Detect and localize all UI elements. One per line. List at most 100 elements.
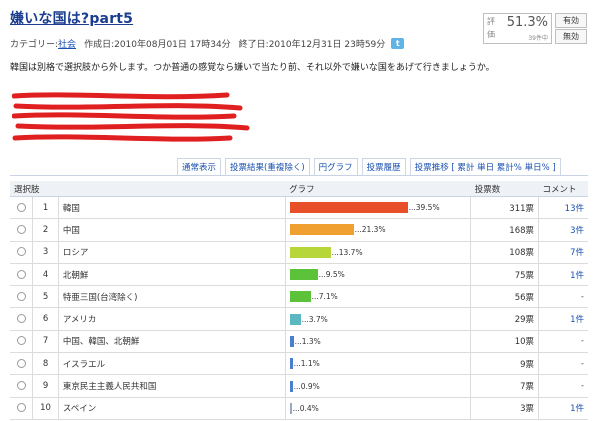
- choice-rank: 5: [32, 285, 59, 309]
- choice-radio[interactable]: [16, 247, 26, 257]
- choice-radio[interactable]: [16, 314, 26, 324]
- comment-count[interactable]: 3件: [538, 218, 588, 242]
- rating-percent: 51.3%: [506, 15, 548, 30]
- table-row: 8 イスラエル ...1.1% 9票 -: [10, 352, 588, 376]
- vote-bar: [289, 269, 318, 281]
- tab-normal[interactable]: 通常表示: [177, 157, 222, 175]
- tab-pie-chart[interactable]: 円グラフ: [313, 157, 358, 175]
- comment-count: -: [538, 330, 588, 354]
- vote-count: 3票: [470, 397, 539, 420]
- choice-rank: 3: [32, 241, 59, 264]
- vote-percent: ...9.5%: [318, 270, 345, 280]
- vote-percent: ...0.9%: [293, 381, 320, 391]
- comment-count[interactable]: 7件: [538, 241, 588, 264]
- comment-count[interactable]: 1件: [538, 397, 588, 420]
- choice-radio[interactable]: [16, 336, 26, 346]
- vote-bad-button[interactable]: 無効: [555, 29, 587, 44]
- choice-radio-cell: [10, 196, 33, 220]
- vote-bar: [289, 202, 408, 214]
- results-table: 選択肢 グラフ 投票数 コメント 1 韓国 ...39.5% 311票 13件 2 中国..…: [10, 181, 588, 420]
- choice-radio-cell: [10, 330, 33, 354]
- graph-cell: ...9.5%: [284, 263, 471, 287]
- choice-radio[interactable]: [16, 291, 26, 301]
- choice-name: 韓国: [57, 196, 286, 220]
- choice-radio-cell: [10, 352, 33, 376]
- graph-cell: ...21.3%: [284, 218, 471, 242]
- twitter-icon[interactable]: t: [391, 38, 405, 49]
- header-comment: コメント: [538, 181, 588, 197]
- choice-radio[interactable]: [16, 269, 26, 279]
- vote-percent: ...1.3%: [294, 336, 321, 346]
- vote-bar: [289, 291, 311, 303]
- vote-percent: ...21.3%: [354, 225, 386, 235]
- redaction-scribble: [12, 92, 250, 142]
- header-choice: 選択肢: [10, 181, 286, 197]
- vote-bar: [289, 358, 293, 370]
- vote-percent: ...13.7%: [331, 247, 363, 257]
- vote-count: 9票: [470, 352, 539, 376]
- vote-count: 311票: [470, 196, 539, 220]
- vote-percent: ...7.1%: [311, 292, 338, 302]
- vote-good-button[interactable]: 有効: [555, 13, 587, 28]
- rating-label-bottom: 価: [487, 30, 495, 39]
- choice-name: 北朝鮮: [57, 263, 286, 287]
- category-link[interactable]: 社会: [58, 37, 76, 50]
- tab-vote-history[interactable]: 投票履歴: [361, 157, 406, 175]
- category-label: カテゴリー:: [10, 40, 59, 50]
- vote-count: 75票: [470, 263, 539, 287]
- vote-percent: ...3.7%: [301, 314, 328, 324]
- choice-radio-cell: [10, 285, 33, 309]
- table-row: 5 特亜三国(台湾除く) ...7.1% 56票 -: [10, 285, 588, 309]
- comment-count: -: [538, 352, 588, 376]
- choice-rank: 10: [32, 397, 59, 420]
- vote-percent: ...39.5%: [408, 203, 440, 213]
- choice-name: ロシア: [57, 241, 286, 264]
- poll-title[interactable]: 嫌いな国は?part5: [10, 8, 410, 28]
- table-row: 1 韓国 ...39.5% 311票 13件: [10, 196, 588, 220]
- vote-bar: [289, 335, 294, 347]
- choice-radio[interactable]: [16, 358, 26, 368]
- graph-cell: ...1.3%: [284, 330, 471, 354]
- vote-bar: [289, 380, 293, 392]
- choice-rank: 7: [32, 330, 59, 354]
- tab-results-no-dup[interactable]: 投票結果(重複除く): [225, 157, 310, 175]
- vote-count: 10票: [470, 330, 539, 354]
- choice-rank: 4: [32, 263, 59, 287]
- choice-radio-cell: [10, 374, 33, 398]
- choice-radio[interactable]: [16, 381, 26, 391]
- vote-bar: [289, 224, 354, 236]
- choice-rank: 2: [32, 218, 59, 242]
- table-row: 2 中国 ...21.3% 168票 3件: [10, 218, 588, 242]
- choice-radio[interactable]: [16, 224, 26, 234]
- comment-count[interactable]: 1件: [538, 307, 588, 331]
- vote-bar: [289, 313, 301, 325]
- poll-description: 韓国は別格で選択肢から外します。つか普通の感覚なら嫌いで当たり前、それ以外で嫌い…: [10, 63, 495, 73]
- created-date: 作成日:2010年08月01日 17時34分: [84, 40, 231, 50]
- choice-name: アメリカ: [57, 307, 286, 331]
- graph-cell: ...1.1%: [284, 352, 471, 376]
- comment-count: -: [538, 374, 588, 398]
- choice-radio[interactable]: [16, 403, 26, 413]
- choice-rank: 1: [32, 196, 59, 220]
- graph-cell: ...3.7%: [284, 307, 471, 331]
- rating-box: 評 価 51.3% 39件中: [483, 13, 552, 44]
- choice-radio-cell: [10, 263, 33, 287]
- table-row: 10 スペイン ...0.4% 3票 1件: [10, 397, 588, 420]
- graph-cell: ...0.9%: [284, 374, 471, 398]
- table-row: 4 北朝鮮 ...9.5% 75票 1件: [10, 263, 588, 287]
- comment-count[interactable]: 1件: [538, 263, 588, 287]
- graph-cell: ...0.4%: [284, 397, 471, 420]
- choice-radio[interactable]: [16, 202, 26, 212]
- vote-count: 108票: [470, 241, 539, 264]
- tab-vote-trend[interactable]: 投票推移 [ 累計 単日 累計% 単日% ]: [409, 157, 561, 175]
- choice-radio-cell: [10, 307, 33, 331]
- choice-radio-cell: [10, 397, 33, 420]
- vote-count: 29票: [470, 307, 539, 331]
- choice-name: スペイン: [57, 397, 286, 420]
- choice-rank: 8: [32, 352, 59, 376]
- result-view-tabs: 通常表示 投票結果(重複除く) 円グラフ 投票履歴 投票推移 [ 累計 単日 累…: [177, 157, 565, 175]
- vote-percent: ...1.1%: [293, 359, 320, 369]
- choice-rank: 6: [32, 307, 59, 331]
- comment-count[interactable]: 13件: [538, 196, 588, 220]
- table-row: 9 東京民主主義人民共和国 ...0.9% 7票 -: [10, 374, 588, 398]
